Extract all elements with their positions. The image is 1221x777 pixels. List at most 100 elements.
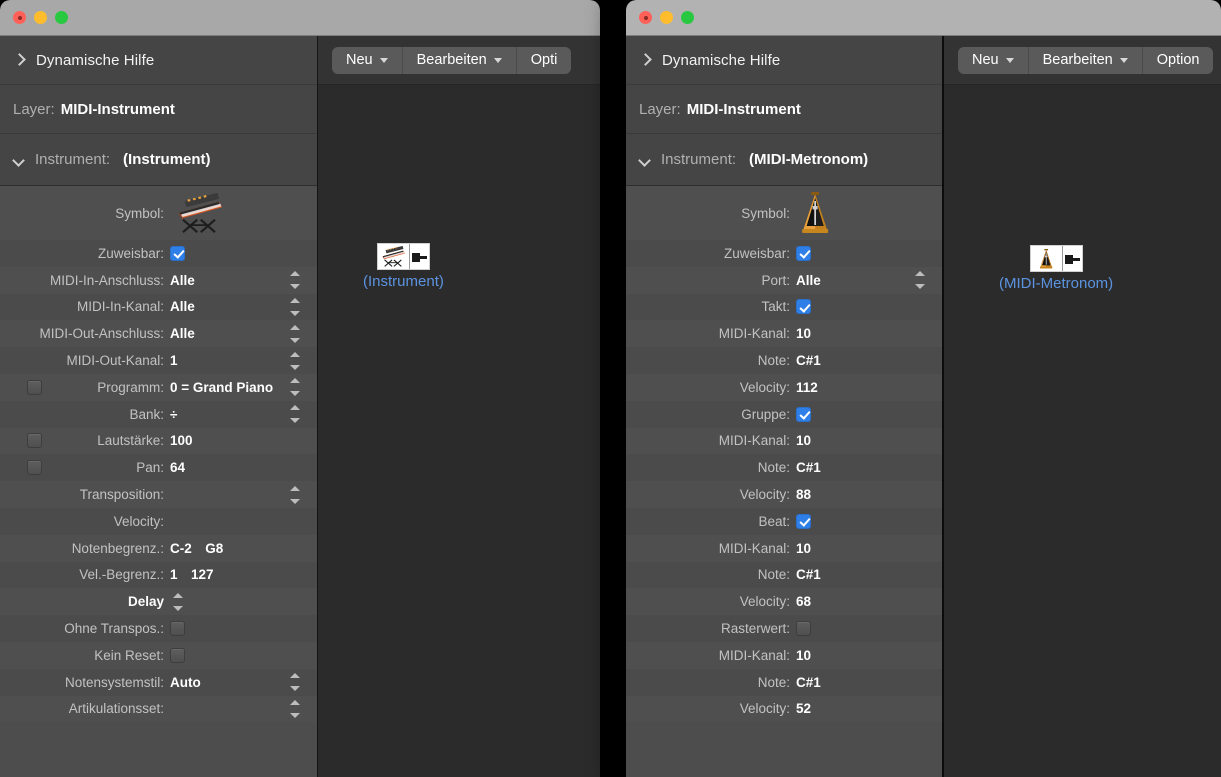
parameter-row[interactable]: Takt: xyxy=(626,294,942,321)
parameter-enable-checkbox[interactable] xyxy=(27,460,42,475)
parameter-symbol[interactable] xyxy=(796,192,942,234)
parameter-row[interactable]: Zuweisbar: xyxy=(0,240,317,267)
parameter-row[interactable]: Notensystemstil:Auto xyxy=(0,669,317,696)
parameter-row[interactable]: Kein Reset: xyxy=(0,642,317,669)
stepper-icon[interactable] xyxy=(289,271,301,289)
chevron-right-icon[interactable] xyxy=(638,53,652,67)
checkbox-checked-icon[interactable] xyxy=(796,514,811,529)
toolbar-button-bearbeiten[interactable]: Bearbeiten xyxy=(403,47,517,74)
parameter-row[interactable]: MIDI-Kanal:10 xyxy=(626,428,942,455)
parameter-value[interactable]: 52 xyxy=(796,701,942,716)
layer-value[interactable]: MIDI-Instrument xyxy=(687,101,801,118)
parameter-value[interactable]: 10 xyxy=(796,433,942,448)
parameter-row[interactable]: MIDI-In-Anschluss:Alle xyxy=(0,267,317,294)
parameter-value[interactable] xyxy=(796,407,942,422)
parameter-row[interactable]: Note:C#1 xyxy=(626,347,942,374)
instrument-header[interactable]: Instrument: (Instrument) xyxy=(0,134,317,186)
parameter-row[interactable]: Pan:64 xyxy=(0,454,317,481)
parameter-value[interactable]: C#1 xyxy=(796,460,942,475)
environment-object[interactable]: (Instrument) xyxy=(363,243,444,290)
stepper-icon[interactable] xyxy=(289,352,301,370)
stepper-icon[interactable] xyxy=(289,298,301,316)
chevron-down-icon[interactable] xyxy=(494,58,502,63)
checkbox-checked-icon[interactable] xyxy=(796,407,811,422)
parameter-row[interactable]: MIDI-Kanal:10 xyxy=(626,320,942,347)
parameter-value[interactable]: C#1 xyxy=(796,675,942,690)
close-window-icon[interactable] xyxy=(639,11,652,24)
chevron-down-icon[interactable] xyxy=(1006,58,1014,63)
instrument-name[interactable]: (MIDI-Metronom) xyxy=(749,151,868,168)
layer-value[interactable]: MIDI-Instrument xyxy=(61,101,175,118)
parameter-enable-checkbox[interactable] xyxy=(27,433,42,448)
parameter-row[interactable]: Velocity: xyxy=(0,508,317,535)
zoom-window-icon[interactable] xyxy=(681,11,694,24)
checkbox-checked-icon[interactable] xyxy=(796,299,811,314)
parameter-value[interactable]: 10 xyxy=(796,326,942,341)
parameter-value[interactable] xyxy=(796,246,942,261)
parameter-row[interactable]: Ohne Transpos.: xyxy=(0,615,317,642)
stepper-icon[interactable] xyxy=(289,673,301,691)
environment-window-metronome[interactable]: Dynamische Hilfe Layer: MIDI-Instrument … xyxy=(626,0,1221,777)
chevron-right-icon[interactable] xyxy=(12,53,26,67)
canvas-area[interactable]: (Instrument) xyxy=(318,85,600,777)
parameter-row[interactable]: Velocity:112 xyxy=(626,374,942,401)
parameter-row[interactable]: Velocity:52 xyxy=(626,696,942,723)
parameter-value[interactable] xyxy=(170,648,317,663)
parameter-row[interactable]: MIDI-Kanal:10 xyxy=(626,642,942,669)
parameter-row[interactable]: Note:C#1 xyxy=(626,454,942,481)
window-titlebar[interactable] xyxy=(0,0,600,36)
parameter-value[interactable]: 112 xyxy=(796,380,942,395)
toolbar-button-neu[interactable]: Neu xyxy=(958,47,1029,74)
instrument-header[interactable]: Instrument: (MIDI-Metronom) xyxy=(626,134,942,186)
parameter-row[interactable]: Programm:0 = Grand Piano xyxy=(0,374,317,401)
checkbox-unchecked-icon[interactable] xyxy=(170,648,185,663)
parameter-row[interactable]: Gruppe: xyxy=(626,401,942,428)
environment-window-instrument[interactable]: Dynamische Hilfe Layer: MIDI-Instrument … xyxy=(0,0,600,777)
checkbox-checked-icon[interactable] xyxy=(170,246,185,261)
checkbox-unchecked-icon[interactable] xyxy=(170,621,185,636)
stepper-icon[interactable] xyxy=(289,700,301,718)
parameter-value[interactable]: 10 xyxy=(796,648,942,663)
parameter-row[interactable]: Vel.-Begrenz.:1 127 xyxy=(0,562,317,589)
environment-object-box[interactable] xyxy=(1030,245,1083,272)
midi-out-port-icon[interactable] xyxy=(410,244,429,269)
parameter-row[interactable]: Zuweisbar: xyxy=(626,240,942,267)
toolbar-button-opti[interactable]: Opti xyxy=(517,47,572,74)
parameter-value[interactable] xyxy=(796,514,942,529)
parameter-value[interactable]: C-2 G8 xyxy=(170,541,317,556)
parameter-row[interactable]: Bank:÷ xyxy=(0,401,317,428)
close-window-icon[interactable] xyxy=(13,11,26,24)
parameter-row[interactable]: Lautstärke:100 xyxy=(0,428,317,455)
parameter-row[interactable]: Beat: xyxy=(626,508,942,535)
window-titlebar[interactable] xyxy=(626,0,1221,36)
stepper-icon[interactable] xyxy=(914,271,926,289)
window-traffic-lights[interactable] xyxy=(13,11,68,24)
parameter-row[interactable]: Symbol: xyxy=(0,186,317,240)
parameter-value[interactable]: 10 xyxy=(796,541,942,556)
parameter-value[interactable]: 64 xyxy=(170,460,317,475)
chevron-down-icon[interactable] xyxy=(1120,58,1128,63)
parameter-value[interactable] xyxy=(796,621,942,636)
midi-out-port-icon[interactable] xyxy=(1063,246,1082,271)
stepper-icon[interactable] xyxy=(289,325,301,343)
parameter-row[interactable]: Delay xyxy=(0,588,317,615)
parameter-row[interactable]: Note:C#1 xyxy=(626,669,942,696)
stepper-icon[interactable] xyxy=(172,593,184,611)
chevron-down-icon[interactable] xyxy=(380,58,388,63)
environment-object-box[interactable] xyxy=(377,243,430,270)
parameter-value[interactable] xyxy=(796,299,942,314)
dynamic-help-header[interactable]: Dynamische Hilfe xyxy=(0,36,317,85)
toolbar-button-bearbeiten[interactable]: Bearbeiten xyxy=(1029,47,1143,74)
parameter-row[interactable]: Velocity:88 xyxy=(626,481,942,508)
parameter-row[interactable]: Artikulationsset: xyxy=(0,696,317,723)
stepper-icon[interactable] xyxy=(289,405,301,423)
parameter-row[interactable]: Note:C#1 xyxy=(626,562,942,589)
parameter-row[interactable]: MIDI-Out-Anschluss:Alle xyxy=(0,320,317,347)
parameter-enable-checkbox[interactable] xyxy=(27,380,42,395)
parameter-row[interactable]: MIDI-Kanal:10 xyxy=(626,535,942,562)
stepper-icon[interactable] xyxy=(289,378,301,396)
parameter-value[interactable]: 1 127 xyxy=(170,567,317,582)
parameter-value[interactable]: 100 xyxy=(170,433,317,448)
minimize-window-icon[interactable] xyxy=(34,11,47,24)
parameter-row[interactable]: Transposition: xyxy=(0,481,317,508)
